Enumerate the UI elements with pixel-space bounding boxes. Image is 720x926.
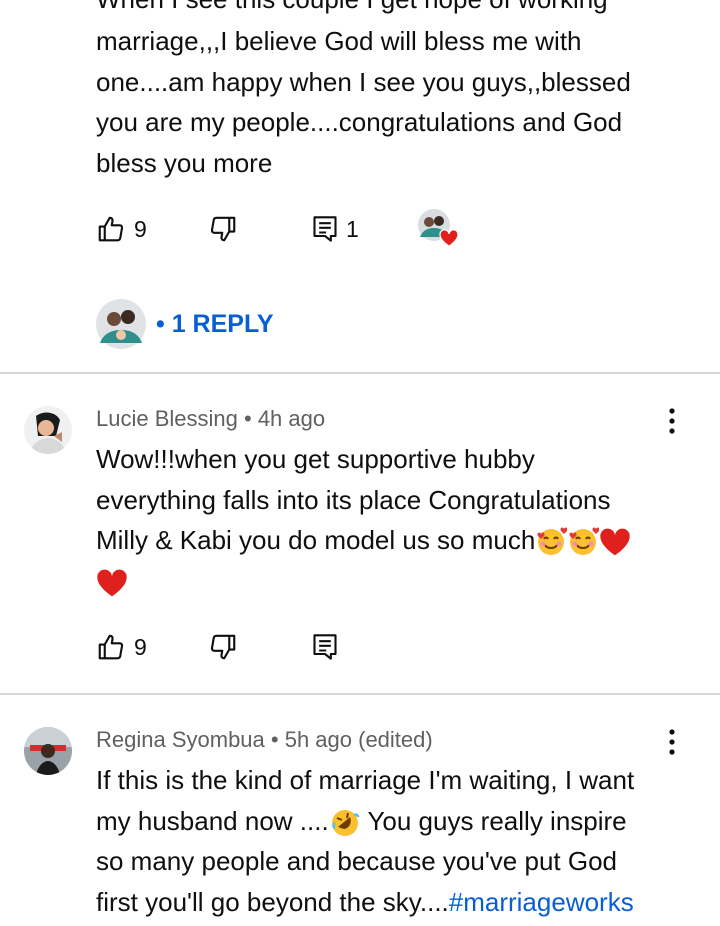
replies-label: • 1 REPLY <box>156 309 274 338</box>
thumbs-up-icon <box>98 216 124 242</box>
reply-icon <box>313 216 337 242</box>
comment-card-1: When I see this couple I get hope of wor… <box>0 0 720 373</box>
avatar-image <box>24 406 72 454</box>
hashtag-link[interactable]: #marriageworks <box>449 887 634 917</box>
reply-button[interactable]: 1 <box>312 209 359 249</box>
creator-heart <box>418 209 459 249</box>
smiling-hearts-emoji <box>569 527 600 556</box>
rolling-laughing-emoji <box>331 809 359 836</box>
like-button[interactable]: 9 <box>96 209 147 249</box>
author-name[interactable]: Regina Syombua <box>96 727 265 752</box>
reply-button[interactable] <box>312 627 338 667</box>
dislike-button[interactable] <box>208 627 238 667</box>
comment-text-partial-line: When I see this couple I get hope of wor… <box>96 0 608 20</box>
more-vert-icon <box>669 729 675 755</box>
comment-text: Wow!!!when you get supportive hubby ever… <box>96 439 696 601</box>
thumbs-up-icon <box>98 634 124 660</box>
comment-actions: 9 <box>96 627 516 667</box>
smiling-hearts-emoji <box>537 527 568 556</box>
avatar[interactable] <box>24 727 72 775</box>
heart-emoji <box>97 569 127 596</box>
heart-emoji <box>600 528 631 556</box>
comment-time: • 5h ago (edited) <box>270 727 433 752</box>
comment-card-3: Regina Syombua • 5h ago (edited) If this… <box>0 695 720 926</box>
avatar-image <box>24 727 72 775</box>
heart-icon <box>439 229 459 247</box>
view-replies-button[interactable]: • 1 REPLY <box>96 298 274 350</box>
comment-text: If this is the kind of marriage I'm wait… <box>96 765 635 917</box>
reply-avatar <box>96 299 146 349</box>
reply-icon <box>313 634 337 660</box>
author-name[interactable]: Lucie Blessing <box>96 406 238 431</box>
thumbs-down-icon <box>210 634 236 660</box>
comment-time: • 4h ago <box>244 406 326 431</box>
like-count: 9 <box>134 633 147 660</box>
more-options-button[interactable] <box>658 722 686 762</box>
comment-card-2: Lucie Blessing • 4h ago Wow!!!when you g… <box>0 374 720 694</box>
reply-count: 1 <box>346 215 359 242</box>
thumbs-down-icon <box>210 216 236 242</box>
dislike-button[interactable] <box>208 209 238 249</box>
comment-header: Regina Syombua • 5h ago (edited) <box>96 727 433 753</box>
avatar[interactable] <box>24 406 72 454</box>
more-options-button[interactable] <box>658 401 686 441</box>
comment-header: Lucie Blessing • 4h ago <box>96 406 325 432</box>
comment-text: marriage,,,I believe God will bless me w… <box>96 26 631 178</box>
like-count: 9 <box>134 215 147 242</box>
comment-actions: 9 1 <box>96 209 516 249</box>
more-vert-icon <box>669 408 675 434</box>
like-button[interactable]: 9 <box>96 627 147 667</box>
